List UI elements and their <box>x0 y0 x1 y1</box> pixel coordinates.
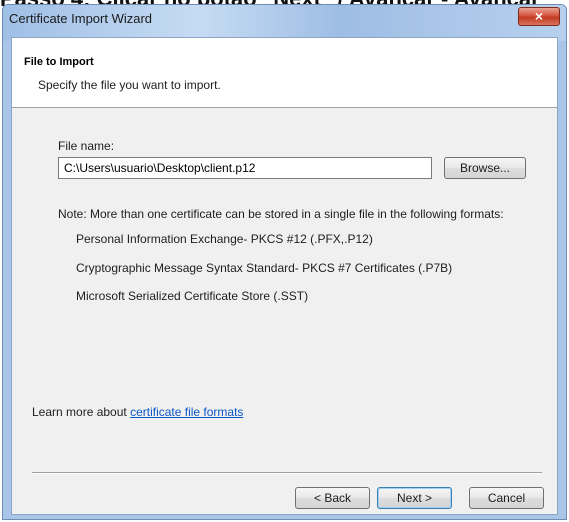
next-button[interactable]: Next > <box>377 487 452 509</box>
close-button[interactable]: × <box>518 7 560 26</box>
certificate-file-formats-link[interactable]: certificate file formats <box>130 405 243 419</box>
section-title: File to Import <box>24 56 94 68</box>
back-button[interactable]: < Back <box>295 487 370 509</box>
format-pkcs7: Cryptographic Message Syntax Standard- P… <box>76 261 453 275</box>
wizard-header: File to Import Specify the file you want… <box>12 38 557 108</box>
browse-button[interactable]: Browse... <box>444 157 526 179</box>
cancel-button[interactable]: Cancel <box>469 487 544 509</box>
close-icon: × <box>534 8 544 24</box>
format-pkcs12: Personal Information Exchange- PKCS #12 … <box>76 232 373 246</box>
learn-more-prefix: Learn more about <box>32 405 131 419</box>
window-title: Certificate Import Wizard <box>9 11 153 26</box>
learn-more-line: Learn more about certificate file format… <box>32 405 243 419</box>
wizard-content: File to Import Specify the file you want… <box>11 37 558 515</box>
file-name-label: File name: <box>58 139 115 153</box>
format-sst: Microsoft Serialized Certificate Store (… <box>76 289 309 303</box>
file-name-input[interactable]: C:\Users\usuario\Desktop\client.p12 <box>58 157 432 179</box>
title-bar[interactable]: Certificate Import Wizard × <box>3 5 566 41</box>
note-text: Note: More than one certificate can be s… <box>58 207 504 221</box>
footer-separator <box>32 472 542 474</box>
section-subtitle: Specify the file you want to import. <box>38 78 221 92</box>
certificate-import-wizard-window: Certificate Import Wizard × File to Impo… <box>2 4 567 520</box>
